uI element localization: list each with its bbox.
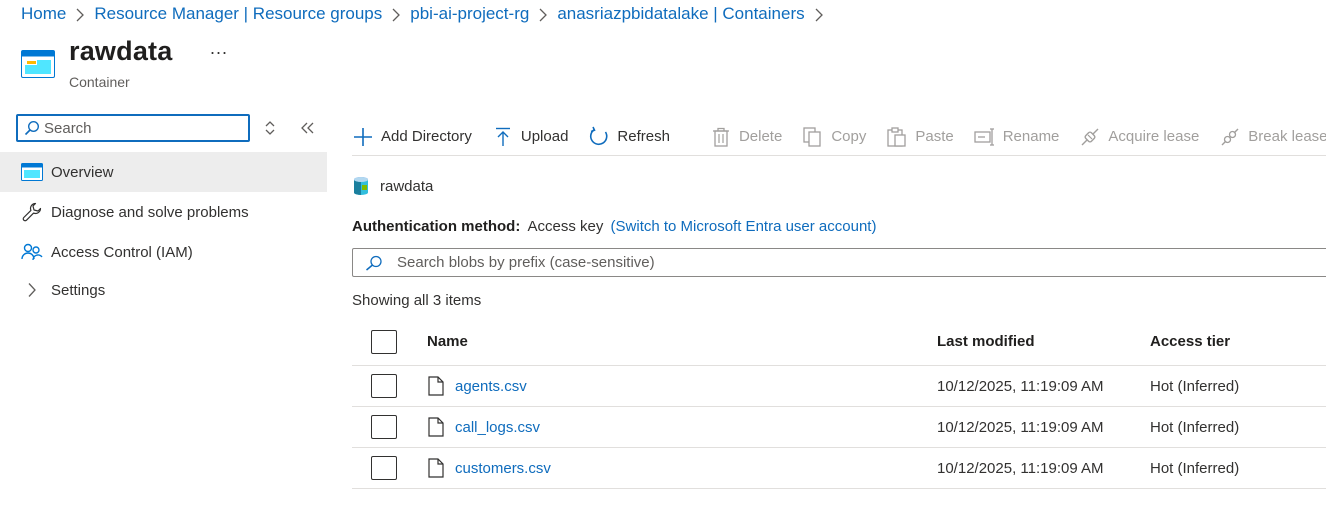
search-icon: [24, 120, 40, 136]
blob-name-link[interactable]: call_logs.csv: [455, 419, 540, 436]
chevron-right-icon: [21, 279, 43, 301]
rename-button[interactable]: Rename: [974, 122, 1059, 152]
row-checkbox[interactable]: [371, 415, 397, 439]
authentication-method: Authentication method: Access key (Switc…: [352, 218, 876, 235]
container-icon: [21, 50, 55, 78]
nav-item-label: Diagnose and solve problems: [51, 203, 249, 221]
blob-search-box[interactable]: [352, 248, 1326, 277]
copy-button[interactable]: Copy: [802, 122, 866, 152]
blob-table: Name Last modified Access tier agents.cs…: [352, 318, 1326, 489]
auth-label: Authentication method:: [352, 218, 521, 235]
refresh-button[interactable]: Refresh: [588, 122, 670, 152]
nav-search-box[interactable]: [16, 114, 250, 142]
delete-button[interactable]: Delete: [710, 122, 782, 152]
double-chevron-left-icon: [301, 122, 314, 134]
nav-item-diagnose[interactable]: Diagnose and solve problems: [0, 192, 327, 232]
table-row[interactable]: customers.csv 10/12/2025, 11:19:09 AM Ho…: [352, 448, 1326, 489]
file-icon: [428, 417, 444, 437]
breadcrumb-home[interactable]: Home: [21, 4, 66, 24]
auth-value: Access key: [527, 218, 604, 235]
chevron-right-icon: [66, 4, 94, 24]
copy-icon: [802, 126, 824, 148]
access-tier-cell: Hot (Inferred): [1150, 418, 1240, 436]
expand-collapse-button[interactable]: [260, 118, 280, 138]
collapse-menu-button[interactable]: [297, 118, 317, 138]
breadcrumb-resource-groups[interactable]: Resource Manager | Resource groups: [94, 4, 382, 24]
nav-item-label: Settings: [51, 281, 106, 299]
search-icon: [366, 255, 382, 271]
add-directory-button[interactable]: Add Directory: [352, 122, 472, 152]
column-header-last-modified[interactable]: Last modified: [937, 318, 1035, 365]
chevron-right-icon: [805, 4, 833, 24]
people-icon: [21, 241, 43, 263]
more-options-button[interactable]: ...: [210, 38, 228, 59]
broken-link-icon: [1219, 126, 1241, 148]
select-all-checkbox[interactable]: [371, 329, 397, 354]
access-tier-cell: Hot (Inferred): [1150, 459, 1240, 477]
rename-icon: [974, 126, 996, 148]
item-count: Showing all 3 items: [352, 292, 482, 309]
last-modified-cell: 10/12/2025, 11:19:09 AM: [937, 418, 1104, 436]
file-icon: [428, 458, 444, 478]
container-icon: [21, 161, 43, 183]
command-bar: Add Directory Upload Refresh Delete Copy…: [352, 118, 1326, 156]
column-header-access-tier[interactable]: Access tier: [1150, 318, 1230, 365]
chevron-right-icon: [529, 4, 557, 24]
blob-search-input[interactable]: [397, 254, 1197, 271]
nav-item-label: Access Control (IAM): [51, 243, 193, 261]
refresh-icon: [588, 126, 610, 148]
storage-container-icon: [354, 177, 368, 195]
breadcrumb-resource-group[interactable]: pbi-ai-project-rg: [410, 4, 529, 24]
container-name: rawdata: [352, 176, 433, 196]
column-header-name[interactable]: Name: [427, 318, 468, 365]
plus-icon: [352, 126, 374, 148]
break-lease-button[interactable]: Break lease: [1219, 122, 1326, 152]
link-icon: [1079, 126, 1101, 148]
last-modified-cell: 10/12/2025, 11:19:09 AM: [937, 459, 1104, 477]
paste-icon: [886, 126, 908, 148]
nav-item-overview[interactable]: Overview: [0, 152, 327, 192]
breadcrumb-containers[interactable]: anasriazpbidatalake | Containers: [557, 4, 804, 24]
chevron-right-icon: [382, 4, 410, 24]
last-modified-cell: 10/12/2025, 11:19:09 AM: [937, 377, 1104, 395]
file-icon: [428, 376, 444, 396]
row-checkbox[interactable]: [371, 374, 397, 398]
blob-name-link[interactable]: customers.csv: [455, 460, 551, 477]
wrench-icon: [21, 201, 43, 223]
table-header-row: Name Last modified Access tier: [352, 318, 1326, 366]
paste-button[interactable]: Paste: [886, 122, 954, 152]
trash-icon: [710, 126, 732, 148]
upload-icon: [492, 126, 514, 148]
acquire-lease-button[interactable]: Acquire lease: [1079, 122, 1199, 152]
breadcrumb: Home Resource Manager | Resource groups …: [21, 2, 833, 26]
page-title: rawdata: [69, 36, 173, 66]
switch-auth-link[interactable]: (Switch to Microsoft Entra user account): [611, 218, 877, 235]
nav-item-label: Overview: [51, 163, 114, 181]
table-row[interactable]: agents.csv 10/12/2025, 11:19:09 AM Hot (…: [352, 366, 1326, 407]
nav-search-input[interactable]: [44, 119, 244, 137]
upload-button[interactable]: Upload: [492, 122, 568, 152]
table-row[interactable]: call_logs.csv 10/12/2025, 11:19:09 AM Ho…: [352, 407, 1326, 448]
page-subtitle: Container: [69, 74, 130, 90]
access-tier-cell: Hot (Inferred): [1150, 377, 1240, 395]
row-checkbox[interactable]: [371, 456, 397, 480]
blob-name-link[interactable]: agents.csv: [455, 378, 527, 395]
nav-item-settings[interactable]: Settings: [0, 272, 327, 308]
nav-item-access-control[interactable]: Access Control (IAM): [0, 232, 327, 272]
up-down-chevron-icon: [265, 121, 275, 135]
nav-menu: Overview Diagnose and solve problems Acc…: [0, 152, 327, 308]
